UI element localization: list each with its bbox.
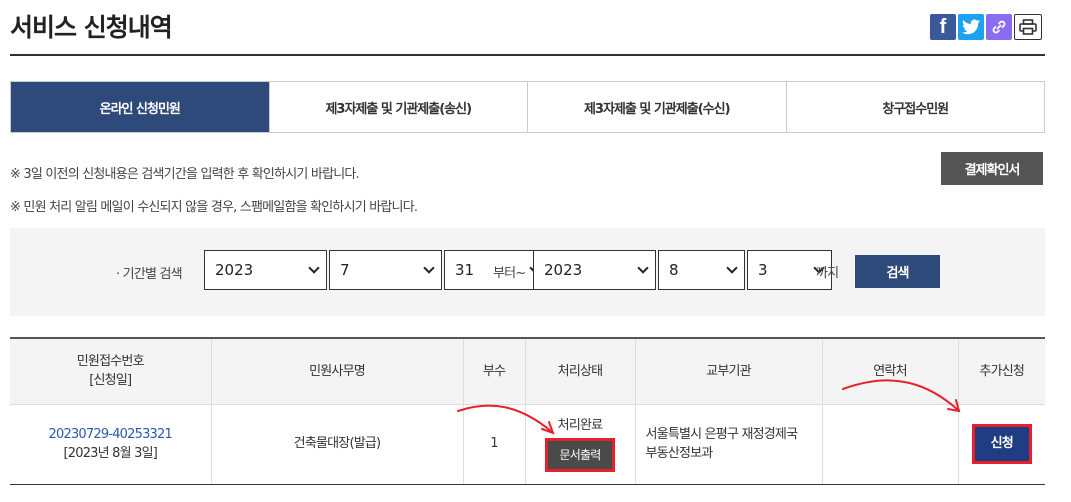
chevron-down-icon	[308, 262, 320, 274]
header-agency: 교부기관	[634, 337, 822, 405]
cell-receipt: 20230729-40253321 [2023년 8월 3일]	[10, 404, 211, 485]
chevron-down-icon	[726, 262, 738, 274]
header-additional: 추가신청	[957, 337, 1045, 405]
tab-third-party-sent[interactable]: 제3자제출 및 기관제출(송신)	[268, 82, 527, 132]
period-search-panel: · 기간별 검색 2023 7 31 부터~ 2023 8 3 까지 검색	[10, 228, 1045, 316]
header-name: 민원사무명	[210, 337, 463, 405]
status-text: 처리완료	[557, 417, 603, 433]
tab-counter-applications[interactable]: 창구접수민원	[785, 82, 1044, 132]
twitter-bird-icon	[962, 19, 980, 35]
header-copies: 부수	[462, 337, 525, 405]
header-receipt-no: 민원접수번호 [신청일]	[10, 337, 211, 405]
from-year-select[interactable]: 2023	[204, 250, 327, 290]
notice-spam-mail: ※ 민원 처리 알림 메일이 수신되지 않을 경우, 스팸메일함을 확인하시기 …	[10, 200, 418, 215]
header-contact: 연락처	[821, 337, 958, 405]
tab-online-applications[interactable]: 온라인 신청민원	[11, 82, 269, 132]
payment-receipt-button[interactable]: 결제확인서	[941, 152, 1043, 185]
from-label: 부터~	[493, 266, 526, 281]
title-divider	[10, 54, 1045, 56]
apply-date: [2023년 8월 3일]	[63, 446, 157, 461]
notice-search-period: ※ 3일 이전의 신청내용은 검색기간을 입력한 후 확인하시기 바랍니다.	[10, 167, 360, 182]
cell-contact	[821, 404, 958, 485]
search-button[interactable]: 검색	[855, 255, 940, 288]
to-label: 까지	[816, 266, 839, 281]
cell-additional: 신청	[957, 404, 1045, 485]
link-icon[interactable]	[986, 14, 1012, 40]
table-header-row: 민원접수번호 [신청일] 민원사무명 부수 처리상태 교부기관 연락처 추가신청	[10, 337, 1045, 405]
page-title: 서비스 신청내역	[10, 13, 173, 42]
cell-name: 건축물대장(발급)	[210, 404, 463, 485]
to-year-select[interactable]: 2023	[533, 250, 656, 290]
to-month-select[interactable]: 8	[658, 250, 745, 290]
chevron-down-icon	[637, 262, 649, 274]
facebook-icon[interactable]: f	[930, 14, 956, 40]
from-month-select[interactable]: 7	[329, 250, 442, 290]
printer-icon	[1019, 19, 1037, 35]
chain-link-icon	[992, 20, 1006, 34]
additional-apply-button[interactable]: 신청	[971, 424, 1032, 464]
print-document-button[interactable]: 문서출력	[544, 438, 616, 473]
tab-bar: 온라인 신청민원 제3자제출 및 기관제출(송신) 제3자제출 및 기관제출(수…	[10, 81, 1045, 133]
header-status: 처리상태	[524, 337, 635, 405]
twitter-icon[interactable]	[958, 14, 984, 40]
chevron-down-icon	[423, 262, 435, 274]
cell-agency: 서울특별시 은평구 재정경제국 부동산정보과	[634, 404, 822, 485]
applications-table: 민원접수번호 [신청일] 민원사무명 부수 처리상태 교부기관 연락처 추가신청 …	[10, 337, 1045, 485]
cell-copies: 1	[462, 404, 525, 485]
receipt-no-link[interactable]: 20230729-40253321	[49, 427, 173, 442]
tab-third-party-received[interactable]: 제3자제출 및 기관제출(수신)	[527, 82, 786, 132]
print-icon[interactable]	[1014, 14, 1042, 40]
search-label: · 기간별 검색	[116, 267, 183, 282]
table-row: 20230729-40253321 [2023년 8월 3일] 건축물대장(발급…	[10, 404, 1045, 485]
cell-status: 처리완료 문서출력	[524, 404, 635, 485]
